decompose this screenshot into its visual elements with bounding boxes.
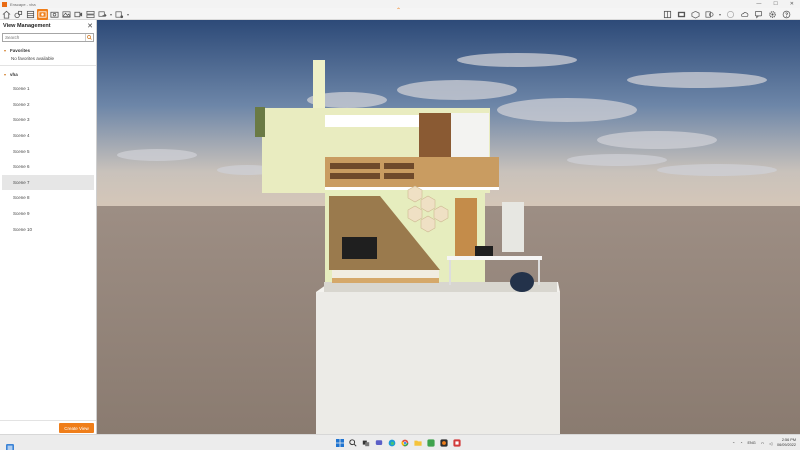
maximize-icon[interactable]: ☐ xyxy=(773,0,777,8)
favorites-label: Favorites xyxy=(10,47,31,53)
settings-icon[interactable] xyxy=(767,9,778,20)
chevron-down-icon[interactable]: ▾ xyxy=(718,12,722,17)
panorama-icon[interactable] xyxy=(61,9,72,20)
share-icon[interactable] xyxy=(725,9,736,20)
clock-date: 06/09/2022 xyxy=(776,443,796,447)
toolbar-collapse-icon[interactable]: ⌃ xyxy=(396,8,401,14)
chat-icon[interactable] xyxy=(374,438,383,447)
scene-item[interactable]: Scene 10 xyxy=(2,221,94,237)
view-management-panel: View Management ✕ ▾ Favorites No favorit… xyxy=(0,20,97,434)
network-icon[interactable]: ◔ xyxy=(740,441,742,445)
app-logo-icon xyxy=(2,1,7,7)
scene-item[interactable]: Scene 3 xyxy=(2,112,94,128)
upload-icon[interactable] xyxy=(739,9,750,20)
chevron-down-icon[interactable]: ▾ xyxy=(109,12,113,17)
scene-item[interactable]: Scene 4 xyxy=(2,128,94,144)
close-window-icon[interactable]: ✕ xyxy=(790,0,794,8)
enscape-app-icon[interactable] xyxy=(439,438,448,447)
search-icon[interactable] xyxy=(348,438,357,447)
task-view-icon[interactable] xyxy=(361,438,370,447)
presentation-icon[interactable] xyxy=(676,9,687,20)
bookmark-icon[interactable] xyxy=(704,9,715,20)
scene-item[interactable]: Scene 1 xyxy=(2,81,94,97)
home-icon[interactable] xyxy=(1,9,12,20)
view-management-icon[interactable] xyxy=(37,8,48,20)
scene-list: Scene 1 Scene 2 Scene 3 Scene 4 Scene 5 … xyxy=(0,81,96,237)
wifi-icon[interactable]: ◠ xyxy=(761,441,764,446)
close-icon[interactable]: ✕ xyxy=(87,23,93,30)
favorites-section[interactable]: ▾ Favorites xyxy=(0,45,96,55)
taskbar-apps xyxy=(335,438,461,447)
chrome-icon[interactable] xyxy=(400,438,409,447)
window-title: Enscape - vha xyxy=(10,1,36,7)
export-icon[interactable] xyxy=(97,9,108,20)
settings-group-icon[interactable] xyxy=(114,9,125,20)
system-tray: ⌃ ◔ ENG ◠ ◁ 2:56 PM 06/09/2022 xyxy=(732,435,796,450)
windows-start-icon[interactable] xyxy=(335,438,344,447)
panel-header: View Management ✕ xyxy=(0,20,96,32)
file-explorer-icon[interactable] xyxy=(413,438,422,447)
divider xyxy=(0,65,96,66)
language-indicator[interactable]: ENG xyxy=(748,441,756,445)
scene-item[interactable]: Scene 9 xyxy=(2,206,94,222)
app-icon-green[interactable] xyxy=(426,438,435,447)
chevron-down-icon[interactable]: ▾ xyxy=(126,12,130,17)
volume-icon[interactable]: ◁ xyxy=(769,441,772,446)
panel-title: View Management xyxy=(3,23,51,29)
vr-icon[interactable] xyxy=(690,9,701,20)
assets-icon[interactable] xyxy=(13,9,24,20)
title-bar: Enscape - vha — ☐ ✕ xyxy=(0,0,800,8)
search-box xyxy=(2,33,94,42)
widgets-icon[interactable] xyxy=(6,439,14,450)
search-input[interactable] xyxy=(3,34,85,41)
window-controls: — ☐ ✕ xyxy=(756,0,794,8)
windows-taskbar: ⌃ ◔ ENG ◠ ◁ 2:56 PM 06/09/2022 xyxy=(0,434,800,450)
scene-group-section[interactable]: ▾ vha xyxy=(0,69,96,79)
scene-group-label: vha xyxy=(10,71,18,77)
library-icon[interactable] xyxy=(25,9,36,20)
app-icon-red[interactable] xyxy=(452,438,461,447)
capture-icon[interactable] xyxy=(662,9,673,20)
rendered-scene-image xyxy=(97,20,800,434)
create-view-button[interactable]: Create View xyxy=(59,423,94,433)
help-icon[interactable] xyxy=(781,9,792,20)
tray-overflow-icon[interactable]: ⌃ xyxy=(732,441,735,446)
minimize-icon[interactable]: — xyxy=(756,0,761,8)
panel-footer: Create View xyxy=(0,420,96,434)
scene-item-selected[interactable]: Scene 7 xyxy=(2,174,94,191)
search-icon[interactable] xyxy=(85,34,93,41)
scene-item[interactable]: Scene 6 xyxy=(2,159,94,175)
feedback-icon[interactable] xyxy=(753,9,764,20)
scene-item[interactable]: Scene 2 xyxy=(2,97,94,113)
render-viewport[interactable] xyxy=(97,20,800,434)
screenshot-icon[interactable] xyxy=(49,9,60,20)
edge-browser-icon[interactable] xyxy=(387,438,396,447)
scene-item[interactable]: Scene 8 xyxy=(2,190,94,206)
batch-render-icon[interactable] xyxy=(85,9,96,20)
video-icon[interactable] xyxy=(73,9,84,20)
scene-item[interactable]: Scene 5 xyxy=(2,143,94,159)
clock[interactable]: 2:56 PM 06/09/2022 xyxy=(777,438,796,448)
favorites-empty-message: No favorites available xyxy=(11,56,55,61)
